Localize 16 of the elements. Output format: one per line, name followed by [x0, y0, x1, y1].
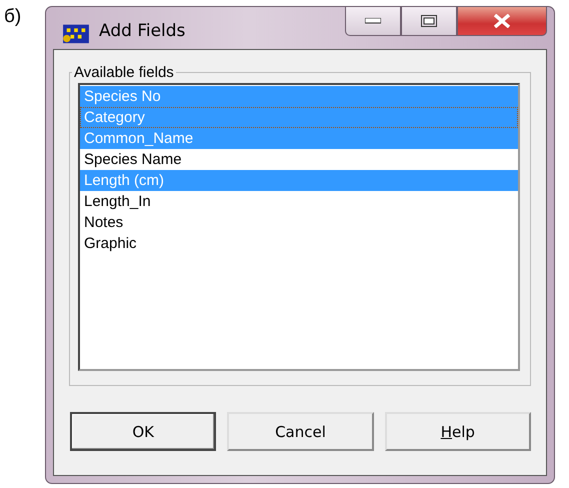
maximize-button[interactable] — [401, 7, 457, 36]
group-label: Available fields — [73, 64, 175, 81]
cancel-button[interactable]: Cancel — [227, 412, 374, 451]
ok-button[interactable]: OK — [70, 412, 216, 451]
field-item[interactable]: Length_In — [80, 191, 518, 212]
maximize-icon — [421, 15, 437, 27]
minimize-icon — [365, 18, 381, 24]
window-title: Add Fields — [99, 21, 186, 41]
field-item[interactable]: Species Name — [80, 149, 518, 170]
figure-label: б) — [4, 6, 22, 28]
field-item[interactable]: Graphic — [80, 233, 518, 254]
close-icon — [493, 14, 511, 28]
minimize-button[interactable] — [345, 7, 401, 36]
close-button[interactable] — [457, 7, 547, 36]
help-button[interactable]: Help — [384, 412, 531, 451]
field-item[interactable]: Notes — [80, 212, 518, 233]
